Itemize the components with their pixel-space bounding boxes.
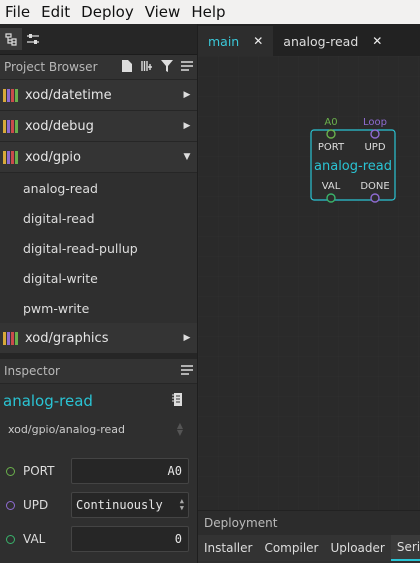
menu-edit[interactable]: Edit [36, 3, 76, 21]
inspector-node-title-row: analog-read [0, 384, 197, 414]
library-item-debug[interactable]: xod/debug ▶ [0, 111, 197, 142]
left-toolbar [0, 24, 197, 55]
port-pin-icon [6, 466, 15, 476]
port-pin-icon[interactable] [326, 129, 336, 139]
val-output: 0 [71, 526, 189, 552]
upd-pin-icon [6, 500, 15, 510]
pin-label: VAL [23, 532, 46, 546]
left-panel: Project Browser xod/datetime ▶ xod/debug… [0, 24, 198, 563]
tab-analog-read[interactable]: analog-read ✕ [273, 26, 392, 56]
upd-value-label: Loop [363, 117, 387, 128]
inspector-header: Inspector [0, 359, 197, 384]
chevron-right-icon[interactable]: ▶ [177, 121, 197, 131]
chevron-right-icon[interactable]: ▶ [177, 90, 197, 100]
pin-name: VAL [322, 181, 341, 192]
pin-row-val: VAL 0 [0, 522, 197, 556]
library-icon [3, 119, 21, 133]
tab-compiler[interactable]: Compiler [258, 535, 324, 561]
editor-area: main ✕ analog-read ✕ A0 Loop PORT UPD an… [198, 24, 420, 563]
deployment-title: Deployment [198, 511, 420, 535]
library-label: xod/debug [25, 118, 94, 134]
library-item-graphics[interactable]: xod/graphics ▶ [0, 323, 197, 354]
chevron-updown-icon: ▲ ▼ [179, 497, 184, 512]
project-browser-title: Project Browser [4, 60, 98, 74]
settings-sliders-icon[interactable] [22, 28, 44, 50]
node-item-pwm-write[interactable]: pwm-write [0, 293, 197, 323]
chevron-down-icon[interactable]: ▼ [177, 152, 197, 162]
filter-icon[interactable] [157, 59, 177, 75]
menu-deploy[interactable]: Deploy [76, 3, 140, 21]
pin-label: UPD [23, 498, 49, 512]
upd-pin-icon[interactable] [370, 129, 380, 139]
canvas-node-title: analog-read [314, 159, 392, 174]
tab-serial[interactable]: Serial [390, 535, 420, 561]
tab-label: analog-read [283, 33, 359, 49]
port-input[interactable]: A0 [71, 458, 189, 484]
node-item-digital-write[interactable]: digital-write [0, 263, 197, 293]
tab-uploader[interactable]: Uploader [324, 535, 390, 561]
pin-name: PORT [318, 142, 345, 153]
upd-select[interactable]: Continuously ▲ ▼ [71, 492, 189, 518]
val-pin-icon [6, 534, 15, 544]
pin-name: DONE [360, 181, 389, 192]
spinner-icon: ▲ ▼ [176, 421, 183, 437]
library-icon [3, 331, 21, 345]
node-item-digital-read-pullup[interactable]: digital-read-pullup [0, 233, 197, 263]
add-library-icon[interactable] [137, 60, 157, 75]
inspector-title: Inspector [4, 364, 60, 378]
library-item-datetime[interactable]: xod/datetime ▶ [0, 80, 197, 111]
val-value: 0 [174, 532, 182, 546]
done-pin-icon[interactable] [370, 193, 380, 203]
library-label: xod/gpio [25, 149, 81, 165]
node-item-analog-read[interactable]: analog-read [0, 173, 197, 203]
library-label: xod/graphics [25, 330, 109, 346]
menu-help[interactable]: Help [186, 3, 231, 21]
tab-bar: main ✕ analog-read ✕ [198, 24, 420, 56]
close-icon[interactable]: ✕ [253, 34, 263, 48]
menu-icon[interactable] [177, 60, 197, 74]
inspector-node-title: analog-read [3, 392, 93, 410]
val-pin-icon[interactable] [326, 193, 336, 203]
port-value: A0 [167, 464, 182, 478]
deployment-tabs: Installer Compiler Uploader Serial [198, 535, 420, 561]
pin-name: UPD [364, 142, 385, 153]
pin-row-port: PORT A0 [0, 454, 197, 488]
menu-bar: File Edit Deploy View Help [0, 0, 420, 24]
inspector-node-path: xod/gpio/analog-read [8, 422, 126, 436]
close-icon[interactable]: ✕ [372, 34, 382, 48]
menu-view[interactable]: View [140, 3, 187, 21]
library-item-gpio[interactable]: xod/gpio ▼ [0, 142, 197, 173]
project-browser-header: Project Browser [0, 55, 197, 80]
tab-installer[interactable]: Installer [198, 535, 258, 561]
node-item-digital-read[interactable]: digital-read [0, 203, 197, 233]
library-icon [3, 150, 21, 164]
pin-row-upd: UPD Continuously ▲ ▼ [0, 488, 197, 522]
menu-icon[interactable] [177, 364, 197, 378]
library-label: xod/datetime [25, 87, 112, 103]
upd-value: Continuously [76, 498, 163, 512]
library-icon [3, 88, 21, 102]
inspector-node-path-row: xod/gpio/analog-read ▲ ▼ [0, 414, 197, 444]
pin-label: PORT [23, 464, 55, 478]
tab-main[interactable]: main ✕ [198, 26, 274, 56]
deployment-panel: Deployment Installer Compiler Uploader S… [198, 510, 420, 563]
tab-label: main [208, 33, 240, 49]
chevron-right-icon[interactable]: ▶ [177, 333, 197, 343]
canvas-node-analog-read[interactable]: A0 Loop PORT UPD analog-read VAL DONE [310, 117, 396, 203]
tree-view-icon[interactable] [0, 28, 22, 50]
new-file-icon[interactable] [117, 59, 137, 75]
port-value-label: A0 [324, 117, 337, 128]
menu-file[interactable]: File [0, 3, 36, 21]
document-icon[interactable] [172, 392, 184, 410]
patch-canvas[interactable]: A0 Loop PORT UPD analog-read VAL DONE [198, 56, 420, 511]
